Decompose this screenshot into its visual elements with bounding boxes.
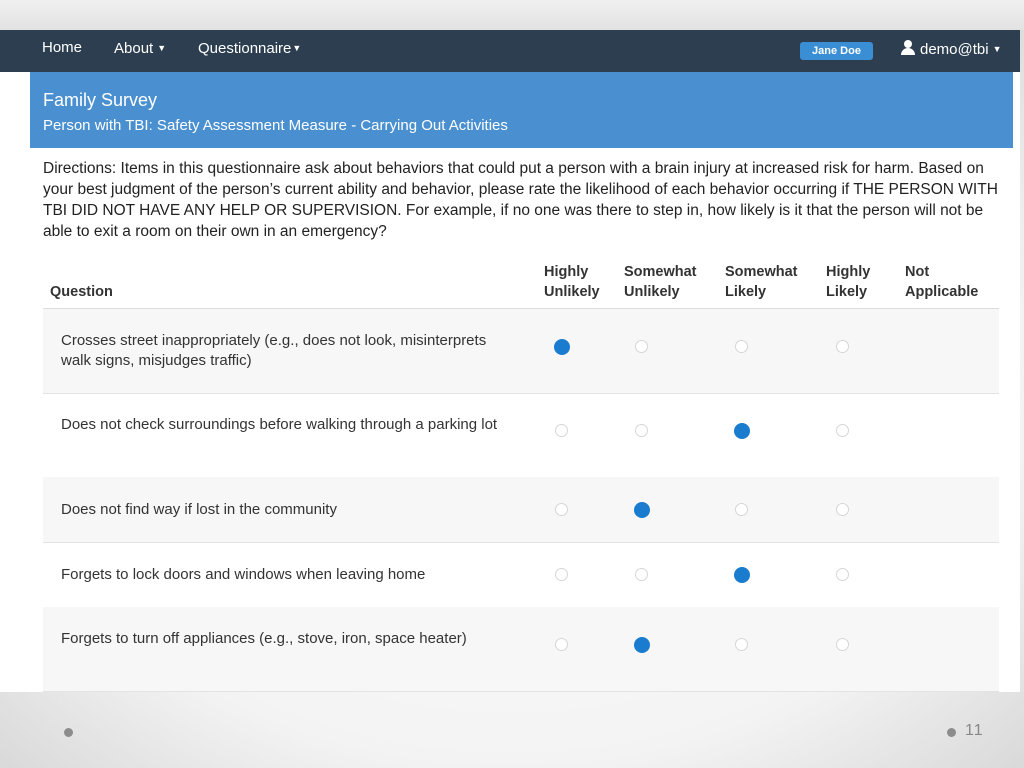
column-header-line1: Highly xyxy=(544,264,589,280)
radio-highly-likely[interactable] xyxy=(836,340,849,353)
radio-somewhat-unlikely[interactable] xyxy=(634,637,650,653)
radio-somewhat-likely[interactable] xyxy=(734,567,750,583)
table-row: Does not check surroundings before walki… xyxy=(43,393,999,478)
question-column-header: Question xyxy=(50,284,113,300)
radio-somewhat-unlikely[interactable] xyxy=(635,424,648,437)
radio-somewhat-likely[interactable] xyxy=(734,423,750,439)
survey-title: Family Survey xyxy=(43,90,158,110)
chevron-down-icon: ▼ xyxy=(292,43,302,53)
radio-highly-likely[interactable] xyxy=(836,424,849,437)
account-dropdown[interactable]: demo@tbi ▼ xyxy=(900,30,1002,72)
app-window: Home About ▼ Questionnaire▼ Jane Doe demo… xyxy=(0,30,1020,692)
radio-somewhat-unlikely[interactable] xyxy=(635,568,648,581)
column-header-not-applicable: Not Applicable xyxy=(905,262,978,302)
column-header-line2: Unlikely xyxy=(544,284,600,300)
radio-somewhat-likely[interactable] xyxy=(735,340,748,353)
directions-text: Directions: Items in this questionnaire … xyxy=(43,160,998,240)
slide-background-top xyxy=(0,0,1024,30)
radio-highly-likely[interactable] xyxy=(836,638,849,651)
column-header-somewhat-unlikely: Somewhat Unlikely xyxy=(624,262,697,302)
user-name-badge: Jane Doe xyxy=(800,42,873,60)
question-text: Forgets to turn off appliances (e.g., st… xyxy=(61,630,467,647)
column-header-line1: Not xyxy=(905,264,930,280)
table-row: Does not find way if lost in the communi… xyxy=(43,477,999,543)
column-header-line2: Applicable xyxy=(905,284,979,300)
chevron-down-icon: ▼ xyxy=(157,43,167,53)
nav-home-link[interactable]: Home xyxy=(42,30,82,72)
column-header-line1: Somewhat xyxy=(624,264,697,280)
slide-number: 11 xyxy=(965,722,984,739)
radio-highly-likely[interactable] xyxy=(836,568,849,581)
radio-somewhat-unlikely[interactable] xyxy=(634,502,650,518)
column-header-line2: Likely xyxy=(826,284,868,300)
nav-about-dropdown[interactable]: About ▼ xyxy=(114,30,166,72)
survey-panel-header: Family Survey Person with TBI: Safety As… xyxy=(30,72,1013,148)
radio-highly-unlikely[interactable] xyxy=(555,638,568,651)
chevron-down-icon: ▼ xyxy=(992,44,1002,54)
column-header-line1: Somewhat xyxy=(725,264,798,280)
question-text: Does not check surroundings before walki… xyxy=(61,416,498,433)
survey-subtitle: Person with TBI: Safety Assessment Measu… xyxy=(43,117,508,134)
table-row: Forgets to lock doors and windows when l… xyxy=(43,542,999,608)
column-header-highly-likely: Highly Likely xyxy=(826,262,870,302)
radio-highly-unlikely[interactable] xyxy=(555,568,568,581)
navbar: Home About ▼ Questionnaire▼ Jane Doe demo… xyxy=(0,30,1020,72)
nav-questionnaire-label: Questionnaire xyxy=(198,40,292,57)
slide-bullet-right xyxy=(947,728,956,737)
column-header-line1: Highly xyxy=(826,264,871,280)
table-row: Forgets to turn off appliances (e.g., st… xyxy=(43,607,999,692)
radio-highly-unlikely[interactable] xyxy=(554,339,570,355)
nav-about-label: About xyxy=(114,40,154,57)
slide-bullet-left xyxy=(64,728,73,737)
radio-highly-unlikely[interactable] xyxy=(555,424,568,437)
column-header-line2: Likely xyxy=(725,284,767,300)
radio-somewhat-likely[interactable] xyxy=(735,503,748,516)
radio-highly-likely[interactable] xyxy=(836,503,849,516)
radio-somewhat-unlikely[interactable] xyxy=(635,340,648,353)
column-header-line2: Unlikely xyxy=(624,284,680,300)
question-text: Does not find way if lost in the communi… xyxy=(61,501,337,518)
table-row: Crosses street inappropriately (e.g., do… xyxy=(43,309,999,394)
nav-questionnaire-dropdown[interactable]: Questionnaire▼ xyxy=(198,30,301,72)
column-header-somewhat-likely: Somewhat Likely xyxy=(725,262,798,302)
column-header-highly-unlikely: Highly Unlikely xyxy=(544,262,600,302)
nav-home-label: Home xyxy=(42,39,83,56)
radio-highly-unlikely[interactable] xyxy=(555,503,568,516)
question-text: Crosses street inappropriately (e.g., do… xyxy=(61,332,487,369)
account-label: demo@tbi xyxy=(920,41,989,58)
question-text: Forgets to lock doors and windows when l… xyxy=(61,566,426,583)
radio-somewhat-likely[interactable] xyxy=(735,638,748,651)
user-icon xyxy=(900,40,916,56)
